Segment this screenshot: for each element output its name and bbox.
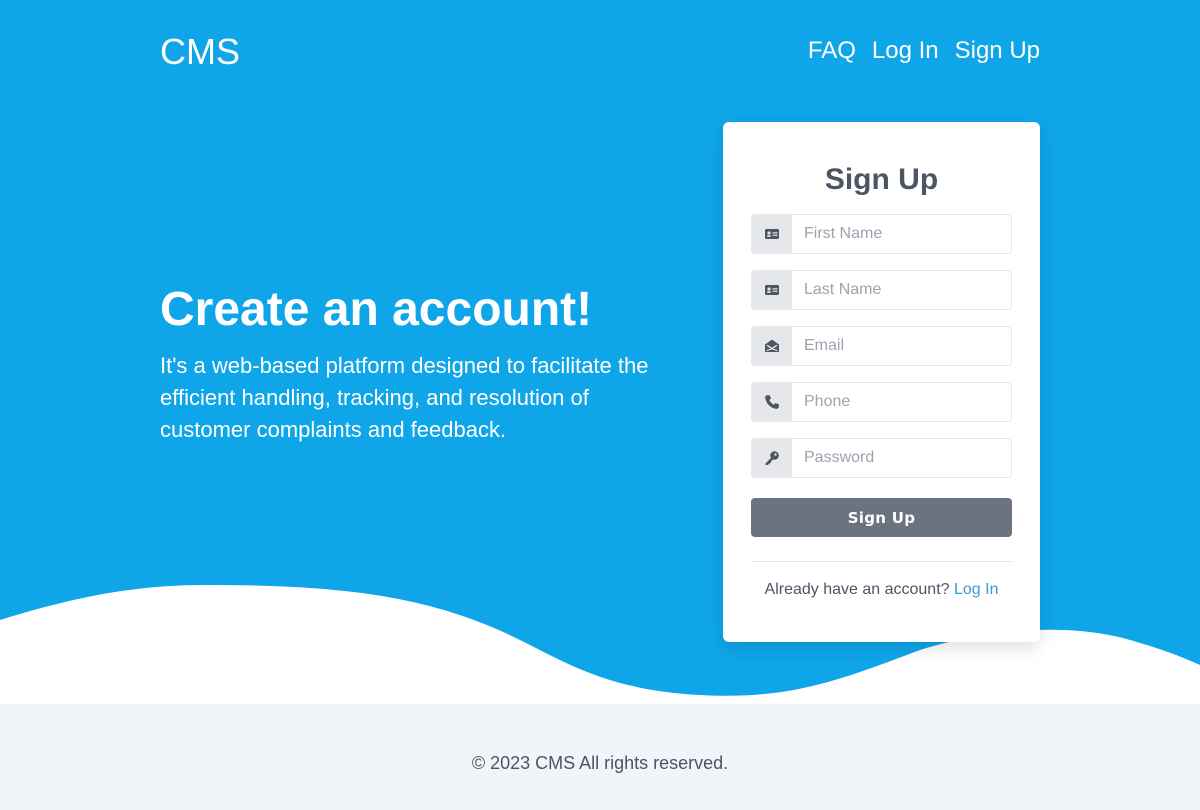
top-nav: FAQ Log In Sign Up xyxy=(808,36,1040,66)
email-input[interactable] xyxy=(792,327,1011,365)
nav-login-link[interactable]: Log In xyxy=(872,36,939,66)
brand-logo[interactable]: CMS xyxy=(160,32,240,72)
signup-title: Sign Up xyxy=(824,163,939,196)
signup-button[interactable]: Sign Up xyxy=(751,498,1012,537)
id-card-icon xyxy=(752,271,792,309)
email-field xyxy=(751,326,1012,366)
phone-input[interactable] xyxy=(792,383,1011,421)
key-icon xyxy=(752,439,792,477)
last-name-field xyxy=(751,270,1012,310)
signup-card: Sign Up Sign Up Already have an account?… xyxy=(723,122,1040,642)
nav-signup-link[interactable]: Sign Up xyxy=(955,36,1040,66)
login-prompt: Already have an account? Log In xyxy=(751,580,1012,600)
login-link[interactable]: Log In xyxy=(954,581,998,598)
hero-description: It's a web-based platform designed to fa… xyxy=(160,353,649,442)
phone-field xyxy=(751,382,1012,422)
divider xyxy=(751,561,1012,562)
login-prompt-text: Already have an account? xyxy=(764,581,950,598)
phone-icon xyxy=(752,383,792,421)
hero-title: Create an account! xyxy=(160,283,593,336)
id-card-icon xyxy=(752,215,792,253)
first-name-input[interactable] xyxy=(792,215,1011,253)
copyright-text: © 2023 CMS All rights reserved. xyxy=(471,752,729,773)
nav-faq-link[interactable]: FAQ xyxy=(808,36,856,66)
footer: © 2023 CMS All rights reserved. xyxy=(0,704,1200,810)
password-field xyxy=(751,438,1012,478)
envelope-open-icon xyxy=(752,327,792,365)
first-name-field xyxy=(751,214,1012,254)
last-name-input[interactable] xyxy=(792,271,1011,309)
password-input[interactable] xyxy=(792,439,1011,477)
